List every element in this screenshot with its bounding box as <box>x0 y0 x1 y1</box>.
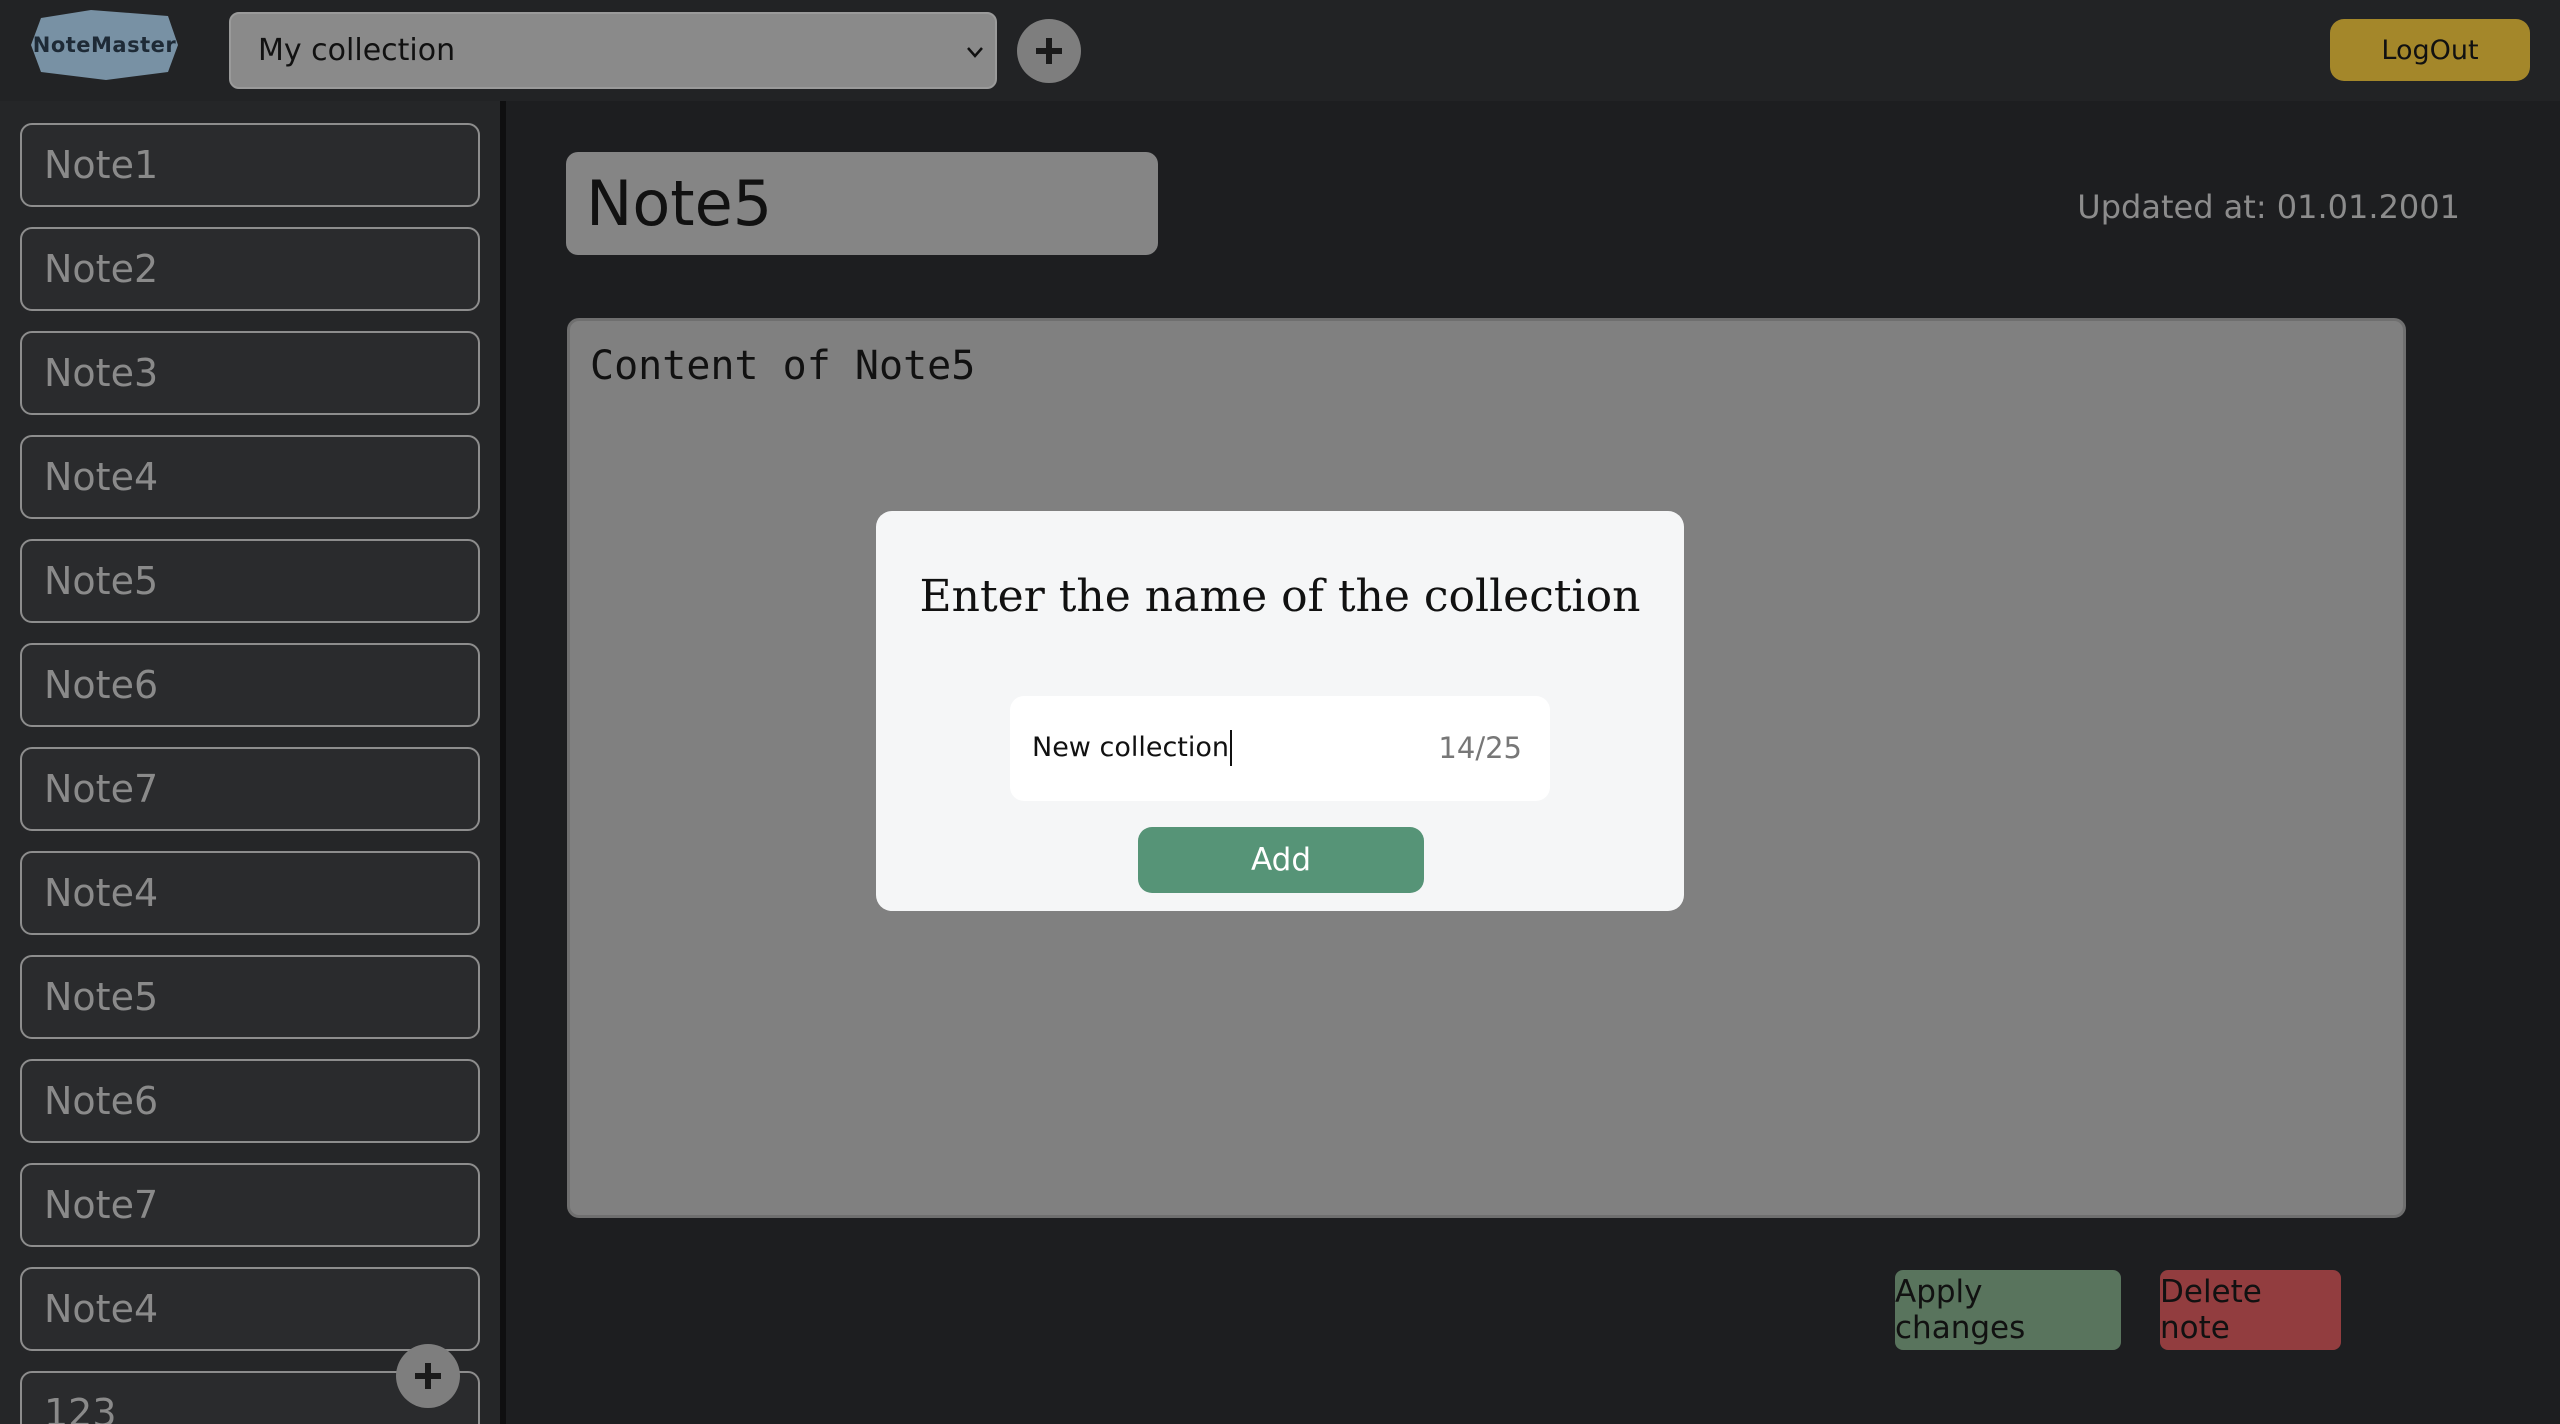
note-title-input[interactable]: Note5 <box>566 152 1158 255</box>
new-collection-modal: Enter the name of the collection New col… <box>876 511 1684 911</box>
chevron-down-icon <box>967 47 983 58</box>
modal-title: Enter the name of the collection <box>919 571 1641 622</box>
note-list-item[interactable]: Note6 <box>20 1059 480 1143</box>
notes-sidebar[interactable]: Note1 Note2 Note3 Note4 Note5 Note6 Note… <box>0 101 500 1424</box>
logout-button[interactable]: LogOut <box>2330 19 2530 81</box>
note-list-item[interactable]: Note3 <box>20 331 480 415</box>
note-list-item[interactable]: Note6 <box>20 643 480 727</box>
plus-icon <box>1036 38 1062 64</box>
note-list-item[interactable]: Note2 <box>20 227 480 311</box>
collection-select-value: My collection <box>258 33 456 68</box>
plus-icon <box>415 1363 441 1389</box>
add-note-button[interactable] <box>396 1344 460 1408</box>
character-counter: 14/25 <box>1438 731 1522 765</box>
note-list-item[interactable]: Note7 <box>20 1163 480 1247</box>
note-list-item[interactable]: Note7 <box>20 747 480 831</box>
apply-changes-button[interactable]: Apply changes <box>1895 1270 2121 1350</box>
add-collection-button[interactable] <box>1017 19 1081 83</box>
note-list-item[interactable]: Note4 <box>20 435 480 519</box>
collection-name-input[interactable]: New collection 14/25 <box>1010 696 1550 801</box>
note-list-item[interactable]: Note5 <box>20 955 480 1039</box>
collection-name-value: New collection <box>1032 730 1233 766</box>
delete-note-button[interactable]: Delete note <box>2160 1270 2341 1350</box>
logo-text: NoteMaster <box>32 33 177 57</box>
note-list-item[interactable]: Note1 <box>20 123 480 207</box>
top-bar: NoteMaster My collection LogOut <box>0 0 2560 101</box>
app-logo[interactable]: NoteMaster <box>31 10 178 80</box>
note-list-item[interactable]: Note4 <box>20 851 480 935</box>
collection-select[interactable]: My collection <box>229 12 997 89</box>
updated-at-label: Updated at: 01.01.2001 <box>2077 188 2460 226</box>
note-list-item[interactable]: Note4 <box>20 1267 480 1351</box>
note-list-item[interactable]: Note5 <box>20 539 480 623</box>
add-collection-confirm-button[interactable]: Add <box>1138 827 1424 893</box>
